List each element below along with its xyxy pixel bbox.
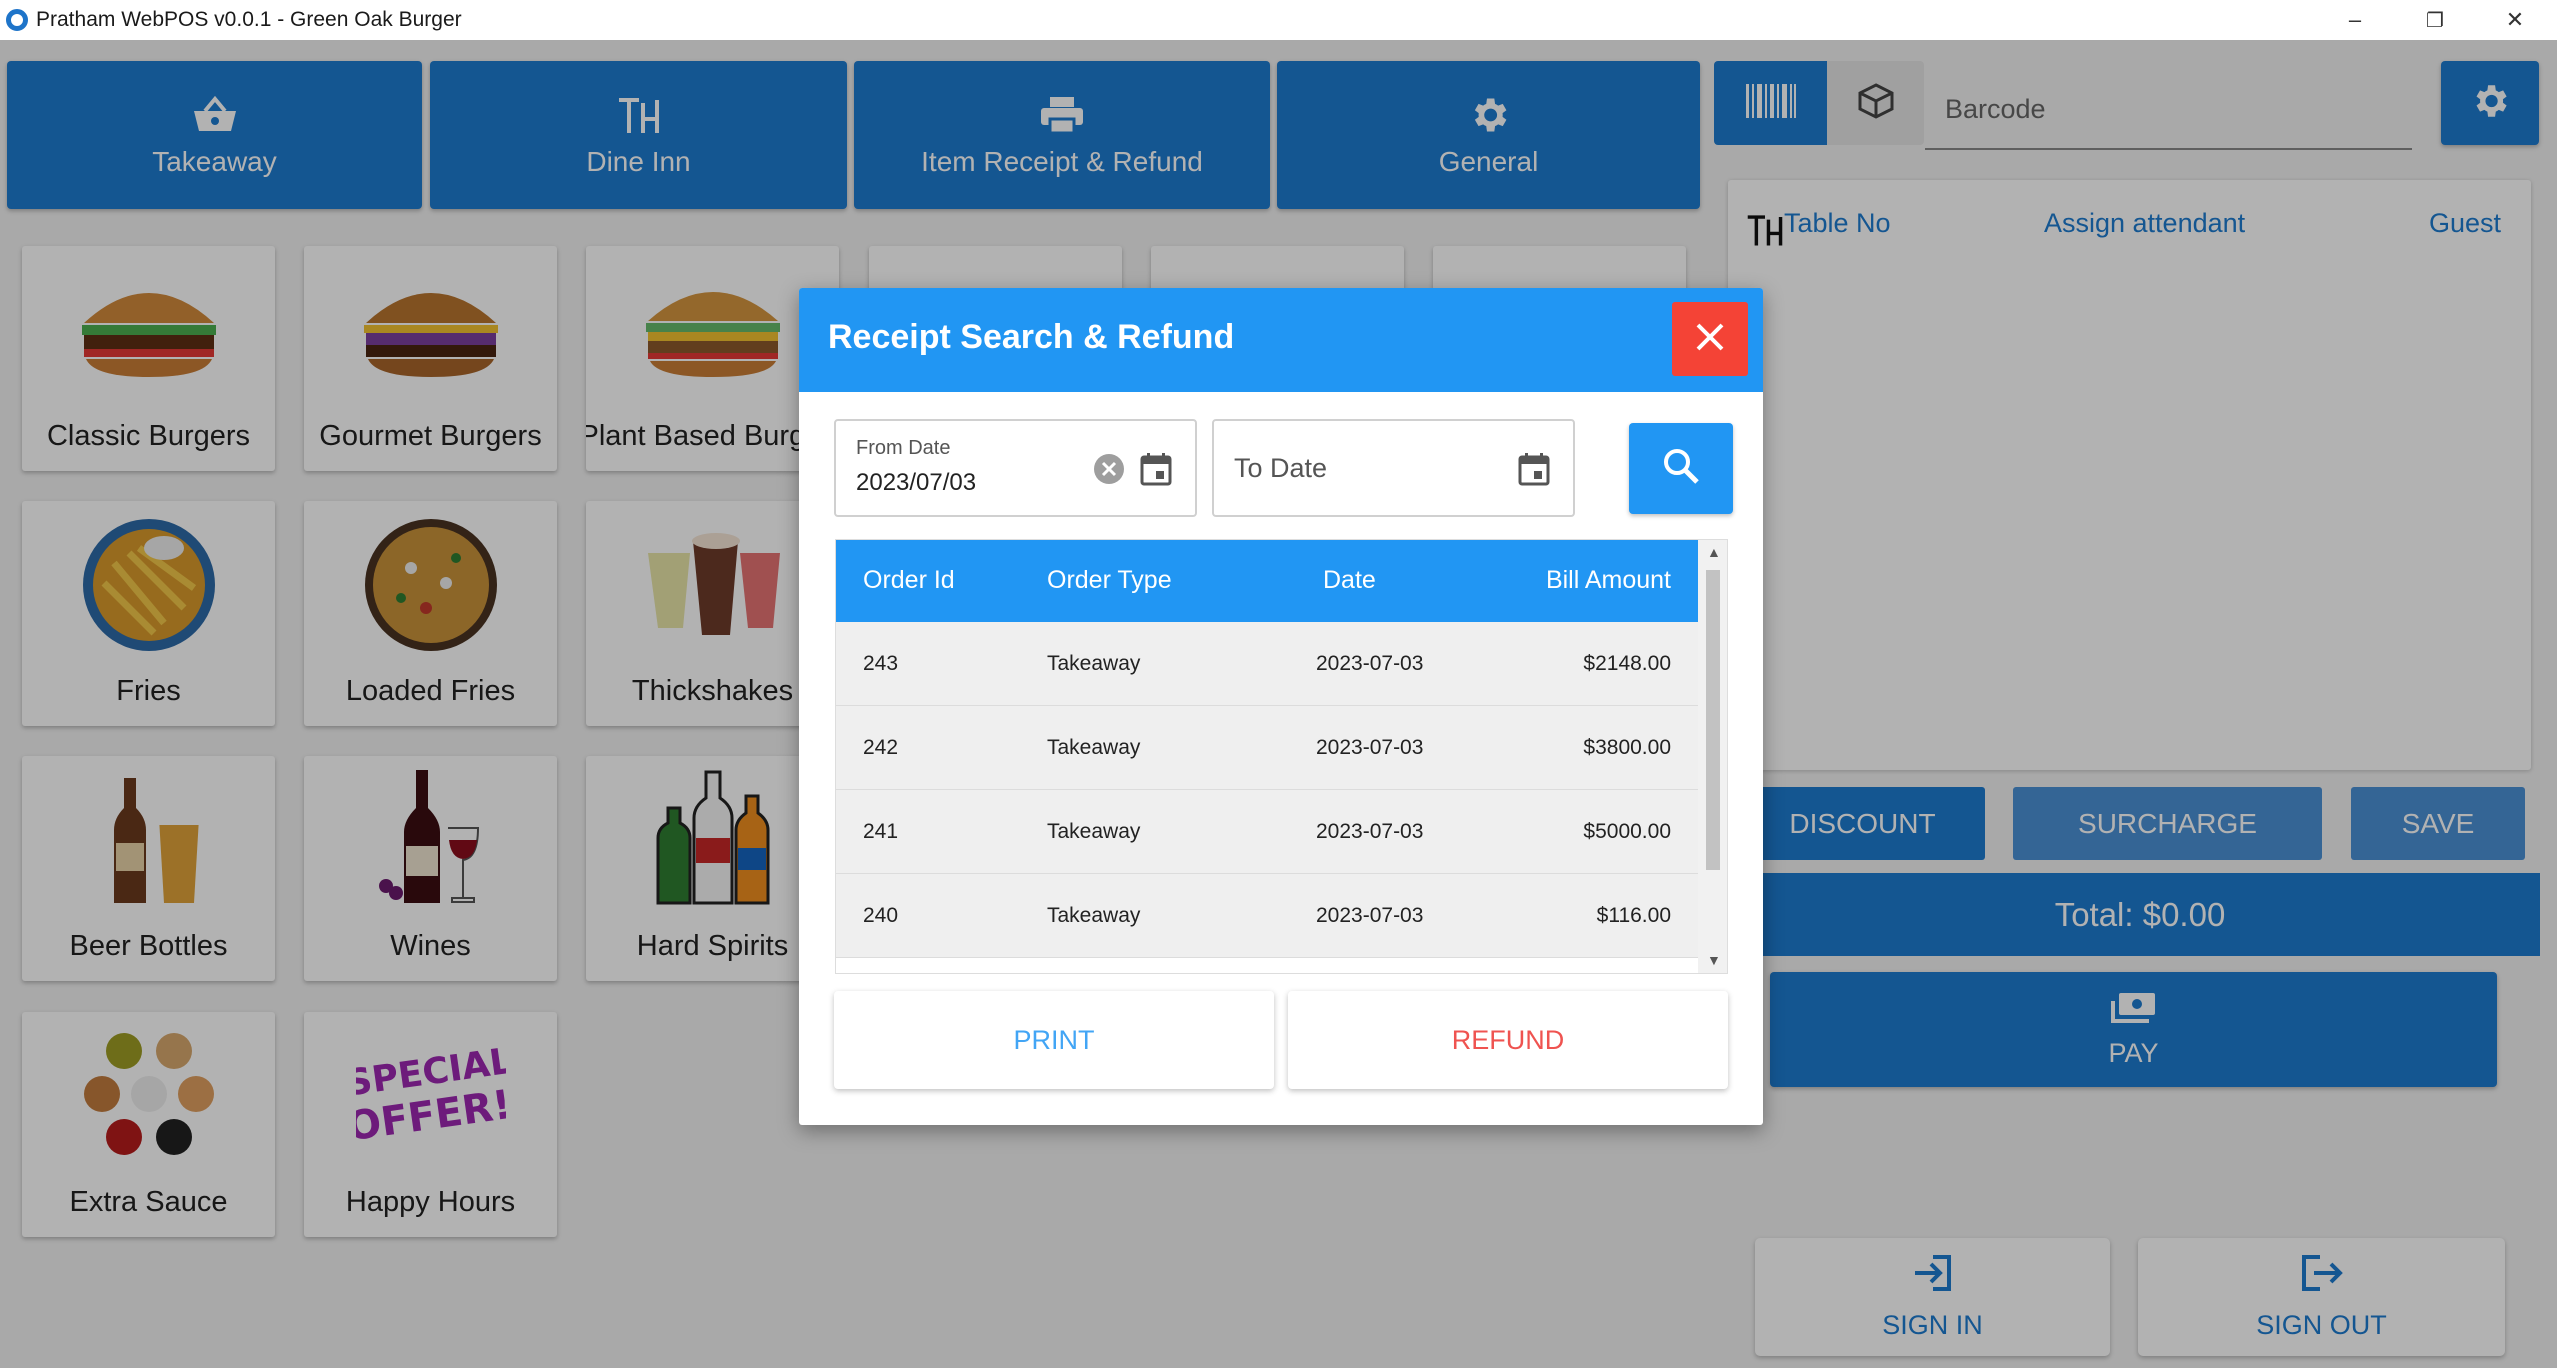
calendar-icon[interactable]: [1139, 451, 1173, 492]
table-row[interactable]: 242 Takeaway 2023-07-03 $3800.00: [836, 706, 1698, 790]
table-row[interactable]: 243 Takeaway 2023-07-03 $2148.00: [836, 622, 1698, 706]
minimize-button[interactable]: –: [2315, 0, 2395, 40]
from-date-field[interactable]: From Date 2023/07/03: [834, 419, 1197, 517]
scroll-down-arrow[interactable]: ▼: [1707, 952, 1721, 968]
table-row[interactable]: 241 Takeaway 2023-07-03 $5000.00: [836, 790, 1698, 874]
dialog-close-button[interactable]: [1672, 302, 1748, 376]
app-icon: [6, 9, 28, 31]
column-header[interactable]: Order Id: [863, 566, 955, 595]
dialog-title: Receipt Search & Refund: [828, 318, 1235, 356]
order-type-cell: Takeaway: [1047, 820, 1141, 843]
window-title: Pratham WebPOS v0.0.1 - Green Oak Burger: [36, 8, 462, 31]
scroll-thumb[interactable]: [1706, 570, 1720, 870]
receipts-table: Order Id Order Type Date Bill Amount 243…: [835, 539, 1728, 974]
column-header[interactable]: Date: [1323, 566, 1376, 595]
order-id-cell: 240: [863, 904, 899, 927]
amount-cell: $2148.00: [1583, 652, 1671, 675]
order-id-cell: 242: [863, 736, 899, 759]
calendar-icon[interactable]: [1517, 451, 1551, 492]
amount-cell: $5000.00: [1583, 820, 1671, 843]
amount-cell: $3800.00: [1583, 736, 1671, 759]
scroll-up-arrow[interactable]: ▲: [1707, 544, 1721, 560]
table-header: Order Id Order Type Date Bill Amount: [836, 540, 1698, 622]
search-icon: [1661, 446, 1701, 491]
date-cell: 2023-07-03: [1316, 904, 1424, 927]
date-cell: 2023-07-03: [1316, 652, 1424, 675]
to-date-field[interactable]: To Date: [1212, 419, 1575, 517]
search-button[interactable]: [1629, 423, 1733, 514]
print-button[interactable]: PRINT: [834, 991, 1274, 1089]
clear-icon[interactable]: [1092, 452, 1126, 491]
column-header[interactable]: Order Type: [1047, 566, 1172, 595]
close-icon: [1694, 321, 1726, 358]
receipt-search-dialog: Receipt Search & Refund From Date 2023/0…: [799, 288, 1763, 1125]
column-header[interactable]: Bill Amount: [1546, 566, 1671, 595]
table-row[interactable]: 240 Takeaway 2023-07-03 $116.00: [836, 874, 1698, 958]
date-cell: 2023-07-03: [1316, 820, 1424, 843]
order-id-cell: 243: [863, 652, 899, 675]
order-id-cell: 241: [863, 820, 899, 843]
order-type-cell: Takeaway: [1047, 904, 1141, 927]
title-bar: Pratham WebPOS v0.0.1 - Green Oak Burger…: [0, 0, 2557, 40]
table-scrollbar[interactable]: ▲ ▼: [1698, 540, 1727, 973]
restore-button[interactable]: ❐: [2395, 0, 2475, 40]
close-window-button[interactable]: ✕: [2475, 0, 2555, 40]
to-date-placeholder: To Date: [1234, 453, 1328, 483]
refund-button[interactable]: REFUND: [1288, 991, 1728, 1089]
order-type-cell: Takeaway: [1047, 736, 1141, 759]
order-type-cell: Takeaway: [1047, 652, 1141, 675]
from-date-value: 2023/07/03: [856, 469, 977, 496]
dialog-header: Receipt Search & Refund: [799, 288, 1763, 392]
amount-cell: $116.00: [1596, 904, 1671, 927]
date-cell: 2023-07-03: [1316, 736, 1424, 759]
from-date-label: From Date: [856, 437, 951, 459]
